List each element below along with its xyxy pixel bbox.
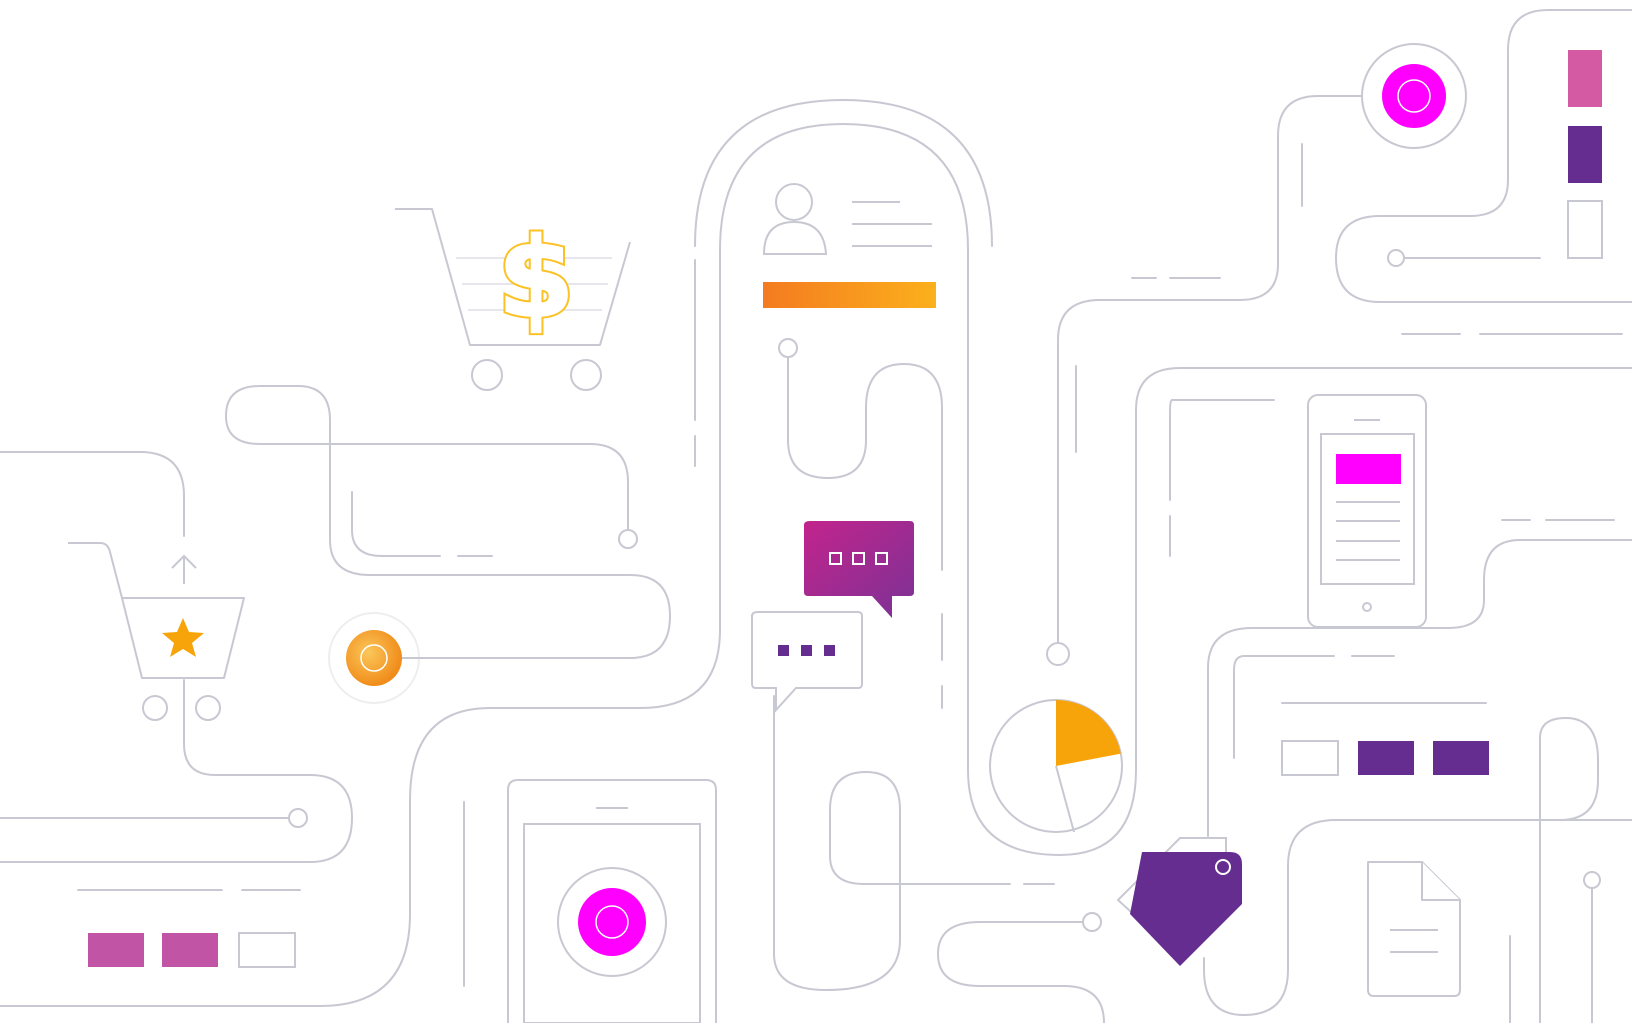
color-swatches-left <box>88 932 296 968</box>
document-icon <box>1367 861 1461 997</box>
pie-chart-icon <box>989 699 1123 833</box>
svg-text:$: $ <box>498 214 575 342</box>
price-tag-icon <box>1116 837 1242 966</box>
target-node-icon <box>1361 43 1467 149</box>
smartphone-icon <box>1307 394 1427 628</box>
color-swatches-right <box>1281 740 1489 776</box>
ecommerce-illustration: $ $ <box>0 9 1632 1023</box>
chat-bubble-icon <box>751 521 914 713</box>
dollar-sign-icon: $ $ <box>495 211 578 345</box>
star-icon <box>162 618 204 657</box>
progress-bar <box>763 282 936 308</box>
upload-arrow-icon <box>171 554 197 584</box>
target-node-icon <box>578 888 646 956</box>
user-profile-icon <box>762 183 932 255</box>
illustration-canvas: $ $ <box>0 0 1632 1023</box>
target-node-icon <box>328 612 630 704</box>
color-swatches-vertical <box>1567 50 1603 259</box>
basket-icon <box>68 542 245 721</box>
